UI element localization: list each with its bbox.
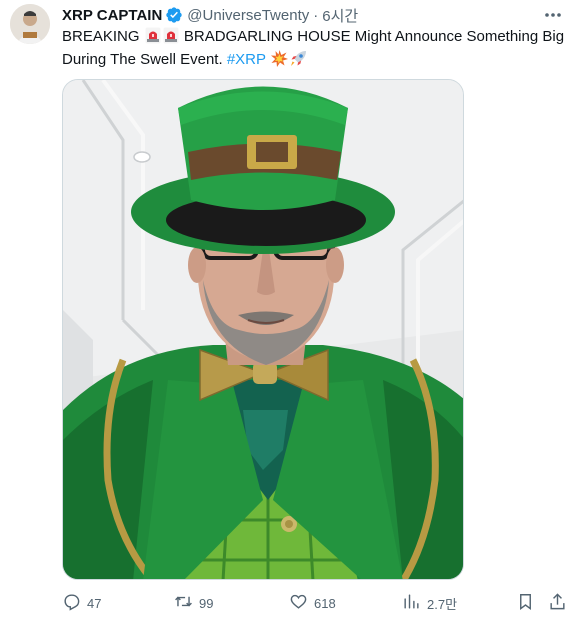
reply-icon bbox=[62, 592, 81, 614]
tweet-actions: 47 99 618 2.7만 bbox=[62, 592, 568, 614]
retweet-count: 99 bbox=[199, 595, 214, 611]
avatar[interactable] bbox=[10, 4, 50, 44]
share-icon bbox=[548, 592, 567, 614]
breaking-text: BREAKING bbox=[62, 28, 140, 45]
timestamp[interactable]: 6시간 bbox=[322, 5, 358, 26]
tweet[interactable]: XRP CAPTAIN @UniverseTwenty · 6시간 BREAKI… bbox=[0, 0, 580, 620]
author-name[interactable]: XRP CAPTAIN bbox=[62, 7, 162, 24]
siren-emoji bbox=[163, 27, 179, 50]
collision-emoji bbox=[270, 50, 288, 73]
tweet-line-1: BREAKING BRADGARLING HOUSE Might Announc… bbox=[62, 27, 565, 50]
views-button[interactable]: 2.7만 bbox=[402, 592, 457, 614]
retweet-icon bbox=[174, 592, 193, 614]
heart-icon bbox=[289, 592, 308, 614]
rocket-emoji bbox=[290, 50, 307, 73]
tweet-photo[interactable] bbox=[62, 79, 464, 580]
separator-dot: · bbox=[313, 6, 319, 24]
headline-text: BRADGARLING HOUSE Might Announce Somethi… bbox=[183, 28, 565, 45]
like-button[interactable]: 618 bbox=[289, 592, 336, 614]
like-count: 618 bbox=[314, 595, 336, 611]
views-icon bbox=[402, 592, 421, 614]
more-icon[interactable] bbox=[542, 6, 564, 24]
headline-text-2: During The Swell Event. bbox=[62, 51, 223, 68]
hashtag-link[interactable]: #XRP bbox=[227, 51, 266, 68]
verified-badge-icon bbox=[165, 6, 183, 24]
author-handle[interactable]: @UniverseTwenty bbox=[187, 7, 309, 24]
tweet-text: BREAKING BRADGARLING HOUSE Might Announc… bbox=[62, 27, 565, 73]
reply-button[interactable]: 47 bbox=[62, 592, 101, 614]
share-button[interactable] bbox=[548, 592, 567, 614]
retweet-button[interactable]: 99 bbox=[174, 592, 213, 614]
siren-emoji bbox=[145, 27, 161, 50]
bookmark-icon bbox=[516, 592, 535, 614]
bookmark-button[interactable] bbox=[516, 592, 535, 614]
tweet-line-2: During The Swell Event. #XRP bbox=[62, 50, 562, 73]
views-count: 2.7만 bbox=[427, 596, 458, 612]
tweet-header: XRP CAPTAIN @UniverseTwenty · 6시간 bbox=[62, 5, 358, 25]
reply-count: 47 bbox=[87, 595, 102, 611]
